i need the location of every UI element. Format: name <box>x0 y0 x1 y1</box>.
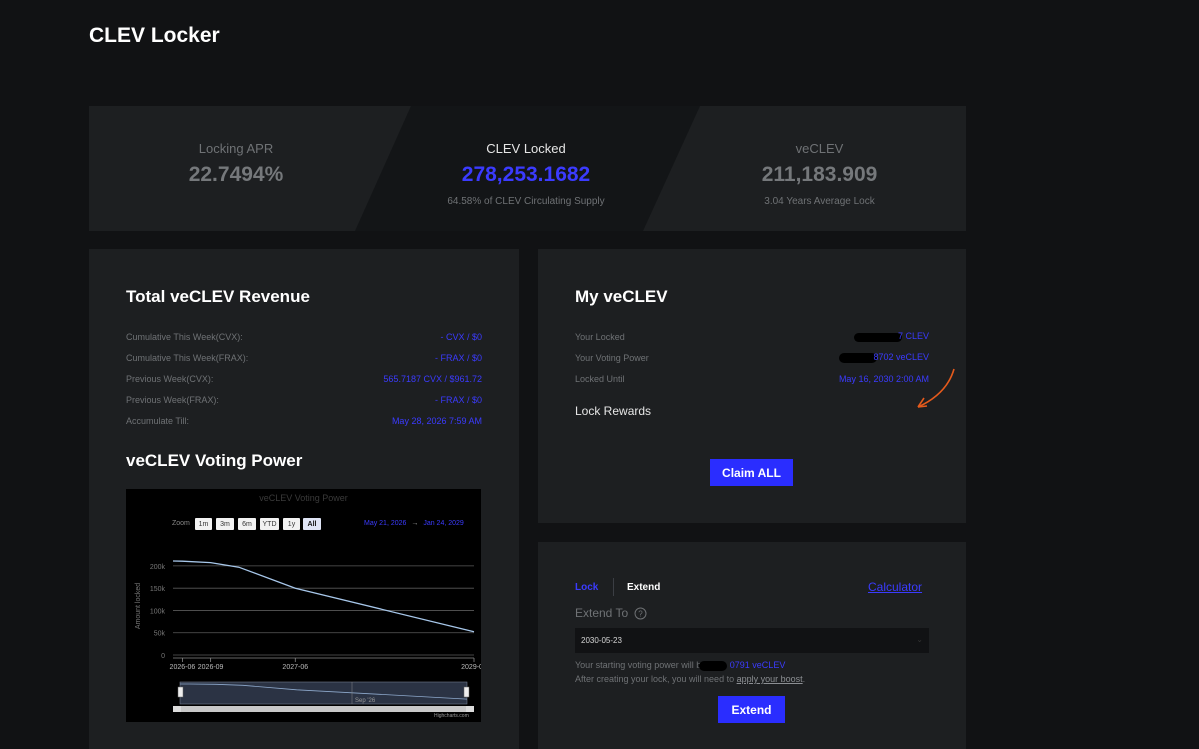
redaction-mask <box>699 660 728 671</box>
extend-to-label: Extend To <box>575 606 629 620</box>
starting-prefix: Your starting voting power will be: <box>575 660 709 670</box>
x-tick-label: 2026-06 <box>170 664 196 671</box>
annotation-arrow-icon <box>917 368 955 408</box>
stats-bar: Locking APR 22.7494% CLEV Locked 278,253… <box>89 106 966 231</box>
row-label: Previous Week(CVX): <box>126 373 214 384</box>
row-label: Previous Week(FRAX): <box>126 394 219 405</box>
row-label: Your Locked <box>575 331 625 342</box>
extend-to-row: Extend To ? <box>575 606 647 620</box>
lock-rewards-label: Lock Rewards <box>575 404 652 418</box>
revenue-row: Cumulative This Week(FRAX): - FRAX / $0 <box>126 347 482 368</box>
tab-extend[interactable]: Extend <box>627 582 660 593</box>
row-value: - FRAX / $0 <box>434 394 482 405</box>
stat-label: Locking APR <box>198 141 274 156</box>
revenue-list: Cumulative This Week(CVX): - CVX / $0 Cum… <box>126 326 482 431</box>
starting-value: 0791 veCLEV <box>729 660 786 670</box>
my-veclev-panel: My veCLEV Your Locked 7 CLEV Your Voting … <box>538 249 966 523</box>
y-axis-label: Amount locked <box>135 583 142 629</box>
row-value: 8702 veCLEV <box>873 352 929 363</box>
lock-extend-panel: Lock Extend Calculator Extend To ? 2030-… <box>538 542 966 749</box>
chart-plot: 0 50k 100k 150k 200k Amount locked 2026-06 2026… <box>135 560 481 712</box>
navigator-handle-right[interactable] <box>463 686 470 698</box>
stat-value: 278,253.1682 <box>461 163 591 186</box>
extend-button[interactable]: Extend <box>718 696 785 723</box>
my-row: Locked Until May 16, 2030 2:00 AM <box>575 368 929 389</box>
navigator-handle-left[interactable] <box>177 686 184 698</box>
row-label: Cumulative This Week(FRAX): <box>126 352 249 363</box>
calculator-link[interactable]: Calculator <box>868 580 922 594</box>
revenue-row: Previous Week(FRAX): - FRAX / $0 <box>126 389 482 410</box>
y-tick-label: 150k <box>150 586 166 593</box>
x-tick-label: 2027-06 <box>282 664 308 671</box>
stat-value: 22.7494% <box>188 163 284 186</box>
stat-locking-apr: Locking APR 22.7494% <box>89 106 383 231</box>
revenue-title: Total veCLEV Revenue <box>126 287 310 306</box>
row-value: - FRAX / $0 <box>434 352 482 363</box>
after-suffix: . <box>802 674 806 684</box>
y-tick-label: 200k <box>150 564 166 571</box>
navigator-label: Sep '26 <box>355 698 376 704</box>
chevron-down-icon[interactable]: ⌄ <box>916 635 923 644</box>
my-veclev-list: Your Locked 7 CLEV Your Voting Power 8702 … <box>575 326 929 389</box>
series-line <box>172 560 475 633</box>
revenue-row: Cumulative This Week(CVX): - CVX / $0 <box>126 326 482 347</box>
my-veclev-title: My veCLEV <box>575 287 668 306</box>
redaction-mask <box>853 332 902 342</box>
my-row: Your Locked 7 CLEV <box>575 326 929 347</box>
tab-divider <box>613 578 614 596</box>
row-label: Locked Until <box>575 373 625 384</box>
stat-subtext: 64.58% of CLEV Circulating Supply <box>447 196 605 207</box>
revenue-row: Accumulate Till: May 28, 2026 7:59 AM <box>126 410 482 431</box>
row-label: Your Voting Power <box>575 352 649 363</box>
voting-title: veCLEV Voting Power <box>126 451 303 470</box>
row-value: - CVX / $0 <box>440 331 482 342</box>
boost-note: After creating your lock, you will need … <box>575 674 805 684</box>
revenue-row: Previous Week(CVX): 565.7187 CVX / $961.7… <box>126 368 482 389</box>
help-icon[interactable]: ? <box>634 607 647 620</box>
stat-subtext: 3.04 Years Average Lock <box>764 196 875 207</box>
extend-date-input[interactable]: 2030-05-23 ⌄ <box>575 628 929 653</box>
y-tick-label: 50k <box>154 631 166 638</box>
chart-credits: Highcharts.com <box>434 713 469 719</box>
claim-all-button[interactable]: Claim ALL <box>710 459 793 486</box>
row-value: 565.7187 CVX / $961.72 <box>383 373 482 384</box>
row-value: May 28, 2026 7:59 AM <box>391 415 482 426</box>
date-value: 2030-05-23 <box>581 636 622 645</box>
navigator-window <box>179 681 468 705</box>
x-tick-label: 2029-01 <box>461 664 481 671</box>
navigator-scrollbar-thumb[interactable] <box>181 706 466 712</box>
stat-veclev: veCLEV 211,183.909 3.04 Years Average Lo… <box>673 106 966 231</box>
stat-label: CLEV Locked <box>486 141 566 156</box>
app-title: CLEV Locker <box>89 24 220 47</box>
y-tick-label: 100k <box>150 608 166 615</box>
row-label: Accumulate Till: <box>126 415 190 426</box>
stat-clev-locked: CLEV Locked 278,253.1682 64.58% of CLEV … <box>379 106 673 231</box>
svg-text:?: ? <box>638 609 643 618</box>
redaction-mask <box>839 352 878 363</box>
my-row: Your Voting Power 8702 veCLEV <box>575 347 929 368</box>
row-label: Cumulative This Week(CVX): <box>126 331 243 342</box>
tab-lock[interactable]: Lock <box>575 582 598 593</box>
after-prefix: After creating your lock, you will need … <box>575 674 735 684</box>
voting-chart: veCLEV Voting Power Zoom 1m 3m 6m YTD 1y… <box>126 489 481 722</box>
revenue-panel: Total veCLEV Revenue Cumulative This Wee… <box>89 249 519 749</box>
stat-label: veCLEV <box>795 141 844 156</box>
row-value: 7 CLEV <box>897 331 929 342</box>
x-tick-label: 2026-09 <box>198 664 224 671</box>
apply-boost-link[interactable]: apply your boost <box>737 674 803 684</box>
starting-power-text: Your starting voting power will be: 0791… <box>575 660 785 671</box>
y-tick-label: 0 <box>161 653 165 660</box>
stat-value: 211,183.909 <box>761 163 878 186</box>
